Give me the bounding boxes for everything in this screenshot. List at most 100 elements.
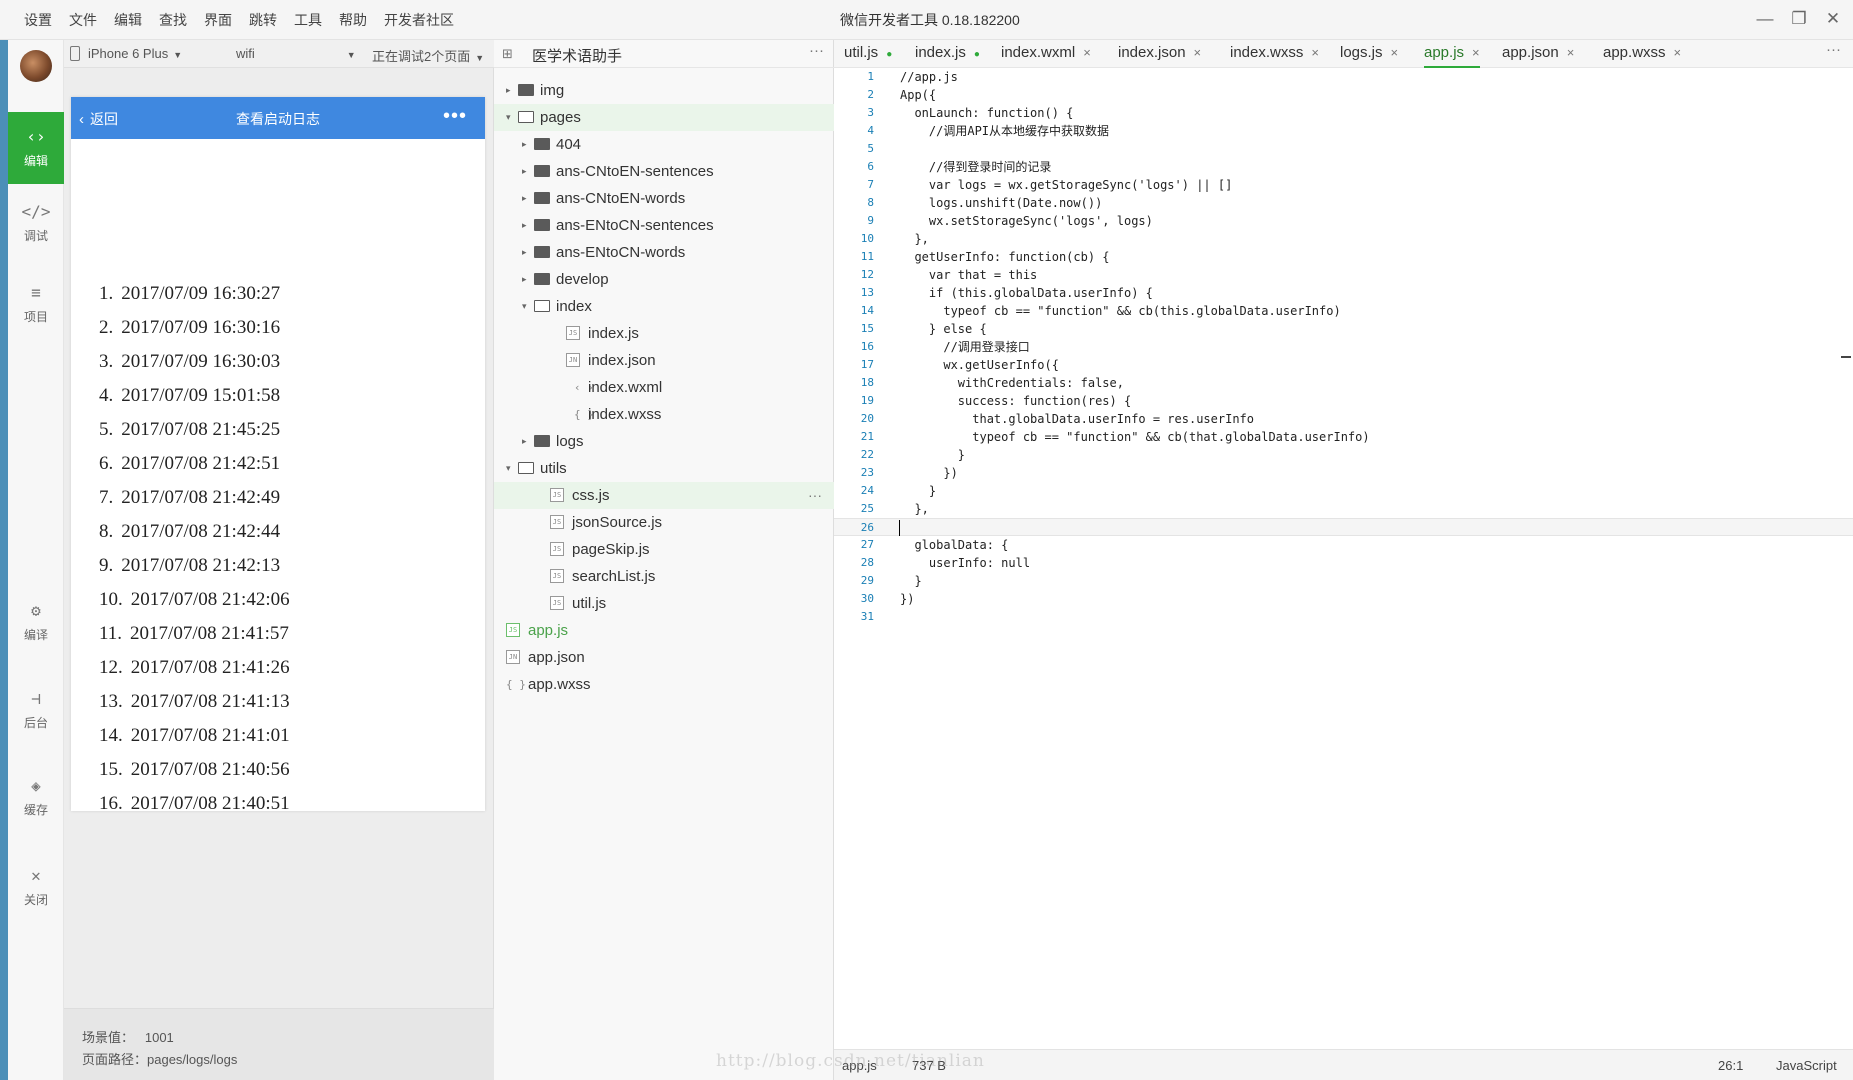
close-tab-icon[interactable]: × [1194, 45, 1202, 60]
log-time: 2017/07/08 21:41:13 [130, 691, 290, 712]
more-menu-icon[interactable]: ••• [443, 105, 467, 128]
tab-index-js[interactable]: index.js ● [915, 40, 980, 68]
row-more-icon[interactable]: ··· [808, 482, 822, 509]
folder-item[interactable]: ▸ ans-ENtoCN-sentences [494, 212, 834, 239]
activity-cache[interactable]: ◈ 缓存 [8, 761, 64, 833]
caret-right-icon[interactable]: ▸ [522, 212, 527, 239]
user-avatar[interactable] [20, 50, 52, 82]
folder-item[interactable]: ▾ pages [494, 104, 834, 131]
tab-index-wxss[interactable]: index.wxss × [1230, 40, 1319, 68]
caret-right-icon[interactable]: ▸ [522, 266, 527, 293]
menu-item[interactable]: 帮助 [339, 10, 367, 30]
line-number: 10 [860, 232, 874, 245]
caret-down-icon[interactable]: ▾ [506, 104, 511, 131]
folder-item[interactable]: ▸ 404 [494, 131, 834, 158]
activity-background[interactable]: ⊣ 后台 [8, 674, 64, 746]
device-label: iPhone 6 Plus [88, 46, 169, 61]
code-text: userInfo: null [900, 556, 1031, 570]
log-item: 2. 2017/07/09 16:30:16 [99, 311, 290, 345]
file-item[interactable]: JS jsonSource.js [494, 509, 834, 536]
caret-right-icon[interactable]: ▸ [506, 77, 511, 104]
tab-app-wxss[interactable]: app.wxss × [1603, 40, 1681, 68]
close-tab-icon[interactable]: × [1567, 45, 1575, 60]
menu-item[interactable]: 设置 [24, 10, 52, 30]
caret-down-icon[interactable]: ▾ [522, 293, 527, 320]
file-item[interactable]: JS pageSkip.js [494, 536, 834, 563]
caret-down-icon[interactable]: ▾ [506, 455, 511, 482]
file-item[interactable]: JN index.json [494, 347, 834, 374]
menu-item[interactable]: 开发者社区 [384, 10, 454, 30]
tabs-more-icon[interactable]: ··· [1826, 41, 1841, 58]
file-label: searchList.js [572, 568, 656, 585]
file-label: ans-CNtoEN-sentences [556, 163, 714, 180]
folder-item[interactable]: ▸ ans-CNtoEN-words [494, 185, 834, 212]
close-tab-icon[interactable]: × [1311, 45, 1319, 60]
file-item[interactable]: JS util.js [494, 590, 834, 617]
caret-right-icon[interactable]: ▸ [522, 131, 527, 158]
activity-project[interactable]: ≡ 项目 [8, 268, 64, 340]
log-item: 9. 2017/07/08 21:42:13 [99, 549, 290, 583]
file-item[interactable]: { } index.wxss [494, 401, 834, 428]
tab-app-js[interactable]: app.js × [1424, 40, 1480, 68]
folder-item[interactable]: ▸ develop [494, 266, 834, 293]
menu-item[interactable]: 工具 [294, 10, 322, 30]
folder-item[interactable]: ▸ logs [494, 428, 834, 455]
tab-index-wxml[interactable]: index.wxml × [1001, 40, 1091, 68]
folder-item[interactable]: ▾ index [494, 293, 834, 320]
code-area[interactable]: 1//app.js 2 App({3 onLaunch: function() {4… [834, 68, 1853, 626]
status-language[interactable]: JavaScript [1776, 1058, 1837, 1073]
log-time: 2017/07/08 21:40:56 [130, 759, 290, 780]
code-line: 15 } else { [834, 320, 1853, 338]
activity-close[interactable]: ✕ 关闭 [8, 851, 64, 923]
explorer-more-icon[interactable]: ··· [809, 42, 824, 59]
status-bar: app.js 737 B 26:1 JavaScript [834, 1049, 1853, 1080]
folder-icon [518, 111, 534, 123]
status-position[interactable]: 26:1 [1718, 1058, 1743, 1073]
folder-item[interactable]: ▸ ans-CNtoEN-sentences [494, 158, 834, 185]
code-line: 8 logs.unshift(Date.now()) [834, 194, 1853, 212]
close-tab-icon[interactable]: × [1472, 45, 1480, 60]
file-item[interactable]: JS app.js [494, 617, 834, 644]
network-select[interactable]: wifi ▼ [236, 46, 356, 61]
close-window-icon[interactable]: ✕ [1821, 6, 1845, 32]
menu-item[interactable]: 文件 [69, 10, 97, 30]
caret-right-icon[interactable]: ▸ [522, 239, 527, 266]
log-index: 15. [99, 759, 123, 780]
log-index: 6. [99, 453, 114, 474]
activity-compile[interactable]: ⚙ 编译 [8, 586, 64, 658]
tab-logs-js[interactable]: logs.js × [1340, 40, 1398, 68]
file-item[interactable]: JS searchList.js [494, 563, 834, 590]
file-item[interactable]: { } app.wxss [494, 671, 834, 698]
close-tab-icon[interactable]: × [1674, 45, 1682, 60]
debug-pages-select[interactable]: 正在调试2个页面 ▼ [372, 46, 484, 65]
line-number: 24 [860, 484, 874, 497]
caret-right-icon[interactable]: ▸ [522, 428, 527, 455]
log-time: 2017/07/09 16:30:16 [121, 317, 281, 338]
folder-item[interactable]: ▸ ans-ENtoCN-words [494, 239, 834, 266]
file-item[interactable]: JS index.js [494, 320, 834, 347]
tab-util-js[interactable]: util.js ● [844, 40, 892, 68]
menu-item[interactable]: 编辑 [114, 10, 142, 30]
file-item[interactable]: JS css.js ··· [494, 482, 834, 509]
caret-right-icon[interactable]: ▸ [522, 185, 527, 212]
activity-edit[interactable]: ‹› 编辑 [8, 112, 64, 184]
tab-index-json[interactable]: index.json × [1118, 40, 1201, 68]
menu-item[interactable]: 查找 [159, 10, 187, 30]
file-label: ans-ENtoCN-words [556, 244, 686, 261]
maximize-icon[interactable]: ❐ [1787, 6, 1811, 32]
tab-app-json[interactable]: app.json × [1502, 40, 1574, 68]
caret-right-icon[interactable]: ▸ [522, 158, 527, 185]
folder-item[interactable]: ▾ utils [494, 455, 834, 482]
folder-item[interactable]: ▸ img [494, 77, 834, 104]
close-tab-icon[interactable]: × [1083, 45, 1091, 60]
menu-item[interactable]: 跳转 [249, 10, 277, 30]
file-item[interactable]: ‹ › index.wxml [494, 374, 834, 401]
file-item[interactable]: JN app.json [494, 644, 834, 671]
background-icon: ⊣ [31, 689, 41, 708]
minimize-icon[interactable]: — [1753, 6, 1777, 32]
activity-debug[interactable]: </> 调试 [8, 187, 64, 259]
device-select[interactable]: iPhone 6 Plus ▼ [88, 46, 182, 61]
close-tab-icon[interactable]: × [1391, 45, 1399, 60]
tree-icon[interactable]: ⊞ [502, 46, 513, 62]
menu-item[interactable]: 界面 [204, 10, 232, 30]
